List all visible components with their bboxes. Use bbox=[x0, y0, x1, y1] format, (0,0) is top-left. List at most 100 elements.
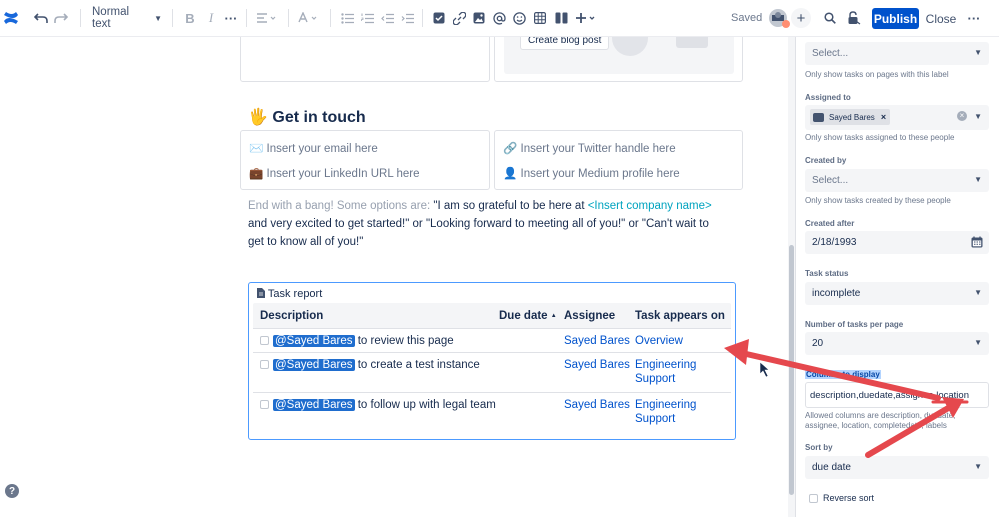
layouts-icon[interactable] bbox=[553, 9, 569, 27]
saved-status: Saved bbox=[731, 12, 763, 24]
user-mention[interactable]: @Sayed Bares bbox=[273, 399, 355, 411]
layout-cell-top-left[interactable] bbox=[240, 37, 490, 82]
more-formatting-icon[interactable]: ··· bbox=[223, 9, 239, 27]
indent-icon[interactable] bbox=[399, 9, 415, 27]
col-description[interactable]: Description bbox=[260, 310, 323, 322]
close-button[interactable]: Close bbox=[926, 8, 957, 29]
link-icon[interactable] bbox=[451, 9, 467, 27]
chevron-down-icon: ▼ bbox=[974, 112, 982, 121]
confluence-logo-icon[interactable] bbox=[2, 9, 20, 27]
col-assignee[interactable]: Assignee bbox=[564, 310, 615, 322]
help-icon[interactable]: ? bbox=[5, 484, 19, 498]
created-by-select[interactable]: Select... ▼ bbox=[805, 169, 989, 192]
collaborator-avatar[interactable] bbox=[769, 7, 791, 29]
table-icon[interactable] bbox=[532, 9, 548, 27]
calendar-icon[interactable] bbox=[971, 236, 983, 251]
task-description[interactable]: @Sayed Bares to review this page bbox=[273, 335, 454, 347]
macro-config-panel: Select... ▼ Only show tasks on pages wit… bbox=[795, 37, 999, 517]
twitter-placeholder[interactable]: 🔗 Insert your Twitter handle here bbox=[503, 141, 676, 155]
task-checkbox[interactable] bbox=[260, 360, 269, 369]
contacts-left-cell[interactable]: ✉️ Insert your email here 💼 Insert your … bbox=[240, 130, 490, 190]
sort-by-select[interactable]: due date ▼ bbox=[805, 456, 989, 479]
editor-canvas[interactable]: Create blog post 🖐 Get in touch ✉️ Inser… bbox=[0, 37, 795, 517]
linkedin-placeholder[interactable]: 💼 Insert your LinkedIn URL here bbox=[249, 166, 420, 180]
remove-chip-icon[interactable]: × bbox=[881, 112, 886, 122]
assigned-to-label: Assigned to bbox=[805, 93, 851, 102]
restrictions-lock-icon[interactable] bbox=[846, 9, 862, 27]
align-icon[interactable] bbox=[256, 9, 278, 27]
email-placeholder-text: Insert your email here bbox=[266, 143, 378, 155]
task-assignee[interactable]: Sayed Bares bbox=[564, 399, 630, 411]
task-report-title-text: Task report bbox=[267, 288, 323, 300]
tasks-per-page-value: 20 bbox=[812, 338, 824, 349]
briefcase-icon: 💼 bbox=[249, 168, 264, 180]
created-by-value: Select... bbox=[812, 175, 849, 186]
columns-input[interactable]: description,duedate,assignee,location bbox=[805, 382, 989, 408]
create-blog-post-button[interactable]: Create blog post bbox=[520, 37, 610, 50]
task-checkbox[interactable] bbox=[260, 336, 269, 345]
italic-icon[interactable]: I bbox=[203, 9, 219, 27]
document-icon bbox=[257, 288, 265, 301]
sort-ascending-icon: ▲ bbox=[550, 313, 557, 319]
closing-quote-1: "I am so grateful to be here at bbox=[433, 200, 588, 212]
numbered-list-icon[interactable] bbox=[359, 9, 375, 27]
preview-circle bbox=[612, 37, 648, 56]
more-options-icon[interactable]: ··· bbox=[965, 9, 983, 27]
assignee-chip[interactable]: Sayed Bares × bbox=[810, 109, 891, 125]
task-page-link[interactable]: Engineering Support bbox=[635, 399, 696, 425]
task-page-link[interactable]: Overview bbox=[635, 335, 683, 347]
task-status-select[interactable]: incomplete ▼ bbox=[805, 282, 989, 305]
task-page-link-line2: Support bbox=[635, 373, 676, 385]
task-report-title: Task report bbox=[257, 288, 322, 301]
bold-icon[interactable]: B bbox=[182, 9, 198, 27]
closing-paragraph[interactable]: End with a bang! Some options are: "I am… bbox=[248, 197, 728, 251]
task-checkbox[interactable] bbox=[260, 400, 269, 409]
image-icon[interactable] bbox=[471, 9, 487, 27]
task-description[interactable]: @Sayed Bares to follow up with legal tea… bbox=[273, 399, 496, 411]
closing-intro: End with a bang! Some options are: bbox=[248, 200, 434, 212]
task-status-label: Task status bbox=[805, 269, 849, 278]
twitter-placeholder-text: Insert your Twitter handle here bbox=[520, 143, 676, 155]
outdent-icon[interactable] bbox=[379, 9, 395, 27]
sort-by-value: due date bbox=[812, 462, 851, 473]
text-style-dropdown[interactable]: Normal text ▼ bbox=[92, 6, 162, 30]
task-assignee[interactable]: Sayed Bares bbox=[564, 335, 630, 347]
user-mention[interactable]: @Sayed Bares bbox=[273, 359, 355, 371]
task-description[interactable]: @Sayed Bares to create a test instance bbox=[273, 359, 480, 371]
assigned-to-select[interactable]: Sayed Bares × × ▼ bbox=[805, 105, 989, 130]
invite-plus-icon[interactable]: + bbox=[791, 8, 811, 28]
layout-cell-top-right[interactable]: Create blog post bbox=[494, 37, 743, 82]
mention-icon[interactable] bbox=[491, 9, 507, 27]
editor-scrollbar-thumb[interactable] bbox=[789, 245, 794, 495]
col-task-appears-on[interactable]: Task appears on bbox=[635, 310, 725, 322]
reverse-sort-label: Reverse sort bbox=[823, 493, 875, 503]
publish-button[interactable]: Publish bbox=[872, 8, 919, 29]
task-assignee[interactable]: Sayed Bares bbox=[564, 359, 630, 371]
company-placeholder[interactable]: <Insert company name> bbox=[588, 200, 712, 212]
tasks-per-page-select[interactable]: 20 ▼ bbox=[805, 332, 989, 355]
contacts-right-cell[interactable]: 🔗 Insert your Twitter handle here 👤 Inse… bbox=[494, 130, 743, 190]
text-color-icon[interactable] bbox=[298, 9, 320, 27]
task-page-link-line1: Engineering bbox=[635, 359, 697, 371]
insert-more-icon[interactable] bbox=[574, 9, 598, 27]
search-icon[interactable] bbox=[822, 9, 838, 27]
task-report-macro[interactable]: Task report Description Due date ▲ Assig… bbox=[248, 282, 736, 440]
chevron-down-icon: ▼ bbox=[974, 462, 982, 471]
medium-placeholder[interactable]: 👤 Insert your Medium profile here bbox=[503, 166, 680, 180]
undo-icon[interactable] bbox=[32, 9, 50, 27]
chevron-down-icon: ▼ bbox=[974, 288, 982, 297]
action-item-icon[interactable] bbox=[431, 9, 447, 27]
email-placeholder[interactable]: ✉️ Insert your email here bbox=[249, 141, 378, 155]
editor-toolbar: Normal text ▼ B I ··· Saved + Publish Cl… bbox=[0, 0, 999, 37]
task-page-link[interactable]: Engineering Support bbox=[635, 359, 696, 385]
label-select[interactable]: Select... ▼ bbox=[805, 42, 989, 65]
emoji-icon[interactable] bbox=[511, 9, 527, 27]
user-mention[interactable]: @Sayed Bares bbox=[273, 335, 355, 347]
redo-icon[interactable] bbox=[52, 9, 70, 27]
clear-icon[interactable]: × bbox=[957, 111, 967, 121]
chevron-down-icon: ▼ bbox=[974, 175, 982, 184]
created-after-date[interactable]: 2/18/1993 bbox=[805, 231, 989, 254]
reverse-sort-checkbox[interactable] bbox=[809, 494, 818, 503]
bullet-list-icon[interactable] bbox=[339, 9, 355, 27]
col-due-date[interactable]: Due date ▲ bbox=[499, 310, 557, 322]
